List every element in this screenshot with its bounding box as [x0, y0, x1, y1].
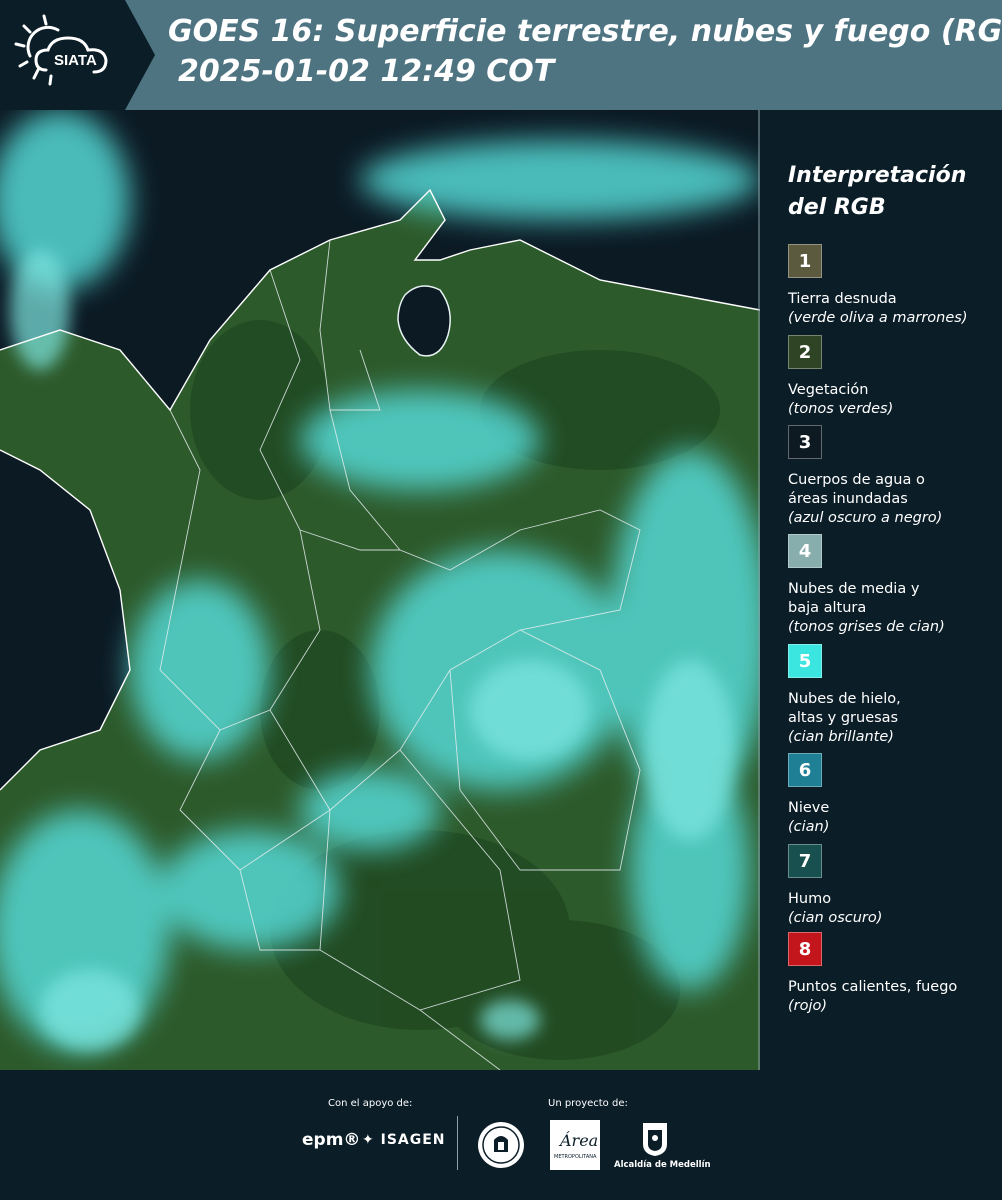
footer-divider — [457, 1116, 458, 1170]
legend-item-3: 3 Cuerpos de agua o áreas inundadas (azu… — [788, 425, 998, 528]
footer: Con el apoyo de: Un proyecto de: epm® ✦ … — [0, 1070, 1002, 1200]
legend-label-8: Puntos calientes, fuego — [788, 979, 958, 995]
isagen-logo: ✦ ISAGEN — [362, 1132, 446, 1148]
legend-swatch-7: 7 — [788, 844, 822, 878]
legend-item-8: 8 Puntos calientes, fuego (rojo) — [788, 932, 998, 1016]
legend-swatch-5: 5 — [788, 644, 822, 678]
legend-label-3: Cuerpos de agua o áreas inundadas — [788, 472, 925, 507]
alcaldia-label: Alcaldía de Medellín — [614, 1160, 711, 1170]
legend-item-7: 7 Humo (cian oscuro) — [788, 844, 998, 928]
project-label: Un proyecto de: — [548, 1098, 628, 1109]
legend-desc-4: (tonos grises de cian) — [788, 619, 945, 635]
page-timestamp: 2025-01-02 12:49 COT — [178, 54, 555, 89]
legend-item-6: 6 Nieve (cian) — [788, 753, 998, 837]
legend-label-7: Humo — [788, 891, 832, 907]
siata-logo-text: SIATA — [54, 52, 97, 69]
legend-panel: Interpretación del RGB 1 Tierra desnuda … — [770, 110, 1002, 1070]
legend-item-1: 1 Tierra desnuda (verde oliva a marrones… — [788, 244, 998, 328]
legend-item-4: 4 Nubes de media y baja altura (tonos gr… — [788, 534, 998, 637]
amva-logo-subtext: METROPOLITANA — [554, 1154, 597, 1160]
legend-swatch-6: 6 — [788, 753, 822, 787]
amva-logo-text: Área — [558, 1130, 598, 1150]
legend-swatch-4: 4 — [788, 534, 822, 568]
page-title: GOES 16: Superficie terrestre, nubes y f… — [168, 14, 1002, 49]
siata-logo: SIATA — [0, 0, 155, 110]
legend-swatch-8: 8 — [788, 932, 822, 966]
legend-swatch-1: 1 — [788, 244, 822, 278]
legend-desc-3: (azul oscuro a negro) — [788, 510, 943, 526]
medellin-seal-icon — [476, 1120, 526, 1174]
legend-item-5: 5 Nubes de hielo, altas y gruesas (cian … — [788, 644, 998, 747]
epm-logo: epm® — [302, 1130, 361, 1150]
legend-desc-2: (tonos verdes) — [788, 401, 894, 417]
legend-desc-5: (cian brillante) — [788, 729, 894, 745]
legend-swatch-3: 3 — [788, 425, 822, 459]
header-bar: SIATA GOES 16: Superficie terrestre, nub… — [0, 0, 1002, 110]
legend-title: Interpretación del RGB — [788, 163, 967, 220]
legend-desc-1: (verde oliva a marrones) — [788, 310, 968, 326]
legend-desc-7: (cian oscuro) — [788, 910, 883, 926]
legend-label-5: Nubes de hielo, altas y gruesas — [788, 691, 901, 726]
legend-label-1: Tierra desnuda — [788, 291, 897, 307]
legend-desc-6: (cian) — [788, 819, 830, 835]
area-metropolitana-logo: Área METROPOLITANA — [550, 1120, 600, 1174]
support-label: Con el apoyo de: — [328, 1098, 413, 1109]
legend-desc-8: (rojo) — [788, 998, 828, 1014]
legend-item-2: 2 Vegetación (tonos verdes) — [788, 335, 998, 419]
isagen-logo-text: ISAGEN — [380, 1132, 446, 1148]
isagen-mark-icon: ✦ — [362, 1132, 375, 1148]
legend-swatch-2: 2 — [788, 335, 822, 369]
legend-label-6: Nieve — [788, 800, 830, 816]
legend-label-2: Vegetación — [788, 382, 869, 398]
legend-label-4: Nubes de media y baja altura — [788, 581, 920, 616]
satellite-map — [0, 110, 760, 1070]
alcaldia-shield-icon — [640, 1120, 670, 1162]
